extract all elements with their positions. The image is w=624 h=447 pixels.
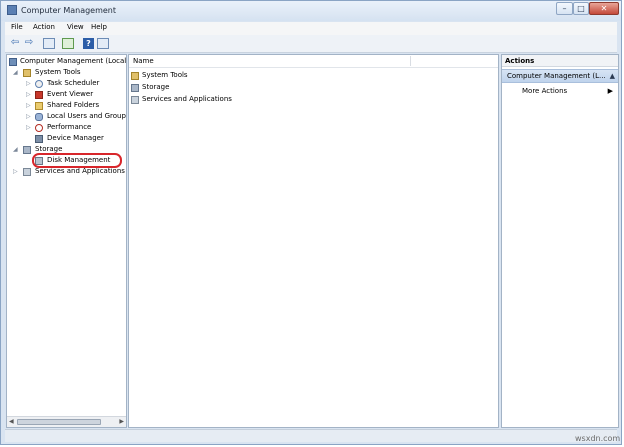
disk-management-highlight [32,153,122,168]
show-hide-action-pane-icon[interactable] [97,38,109,49]
tree-item-label: Shared Folders [47,101,100,109]
actions-pane: Actions Computer Management (L... ▲ More… [501,54,619,428]
expand-icon[interactable]: ▷ [26,89,32,100]
status-bar [5,429,617,442]
help-icon[interactable]: ? [83,38,94,49]
show-hide-tree-icon[interactable] [43,38,55,49]
console-tree-pane: Computer Management (Local ◢ System Tool… [6,54,127,428]
tree-item-label: Local Users and Groups [47,112,127,120]
scrollbar-thumb[interactable] [17,419,101,425]
tree-item-label: System Tools [35,68,81,76]
tree-item-label: Device Manager [47,134,104,142]
computer-management-window: Computer Management – □ ✕ File Action Vi… [0,0,622,445]
storage-icon [131,84,139,92]
storage-icon [23,146,31,154]
minimize-button[interactable]: – [556,2,573,15]
expand-icon[interactable]: ▷ [26,78,32,89]
maximize-button[interactable]: □ [573,2,589,15]
list-item-label: Services and Applications [142,95,232,103]
event-viewer-icon [35,91,43,99]
list-item-label: Storage [142,83,170,91]
tree-item-label: Computer Management (Local [20,57,127,65]
toolbar: ⇦ ⇨ ? [5,35,617,53]
services-icon [23,168,31,176]
list-item-label: System Tools [142,71,188,79]
clock-icon [35,80,43,88]
close-button[interactable]: ✕ [589,2,619,15]
tools-icon [23,69,31,77]
expand-icon[interactable]: ▷ [13,166,19,177]
forward-icon[interactable]: ⇨ [23,37,35,49]
back-icon[interactable]: ⇦ [9,37,21,49]
actions-section-computer-management[interactable]: Computer Management (L... ▲ [502,69,618,83]
tree-horizontal-scrollbar[interactable]: ◀ ▶ [7,416,126,427]
tree-item-label: Task Scheduler [47,79,100,87]
window-title: Computer Management [21,6,117,15]
actions-header: Actions [502,55,618,67]
results-pane: Name System Tools Storage Services and A… [128,54,499,428]
submenu-arrow-icon[interactable]: ▶ [608,86,613,96]
tree-item-label: Performance [47,123,92,131]
name-column-header[interactable]: Name [129,55,498,68]
more-actions-link[interactable]: More Actions [522,86,567,96]
expand-icon[interactable]: ▷ [26,122,32,133]
users-icon [35,113,43,121]
watermark: wsxdn.com [575,434,621,443]
device-icon [35,135,43,143]
actions-section-label: Computer Management (L... [507,72,606,80]
performance-icon [35,124,43,132]
tools-icon [131,72,139,80]
collapse-icon[interactable]: ◢ [13,144,19,155]
collapse-arrow-icon[interactable]: ▲ [610,70,615,82]
menu-bar: File Action View Help [5,22,617,35]
menu-help[interactable]: Help [91,23,107,31]
export-list-icon[interactable] [62,38,74,49]
scroll-right-icon[interactable]: ▶ [119,418,124,425]
column-separator[interactable] [410,56,411,66]
menu-file[interactable]: File [11,23,23,31]
menu-action[interactable]: Action [33,23,55,31]
folder-icon [35,102,43,110]
expand-icon[interactable]: ▷ [26,111,32,122]
services-icon [131,96,139,104]
menu-view[interactable]: View [67,23,84,31]
collapse-icon[interactable]: ◢ [13,67,19,78]
title-bar[interactable]: Computer Management – □ ✕ [1,1,621,21]
computer-management-app-icon [7,5,17,15]
column-header-label: Name [133,57,154,65]
scroll-left-icon[interactable]: ◀ [9,418,14,425]
tree-item-label: Event Viewer [47,90,94,98]
computer-icon [9,58,17,66]
expand-icon[interactable]: ▷ [26,100,32,111]
